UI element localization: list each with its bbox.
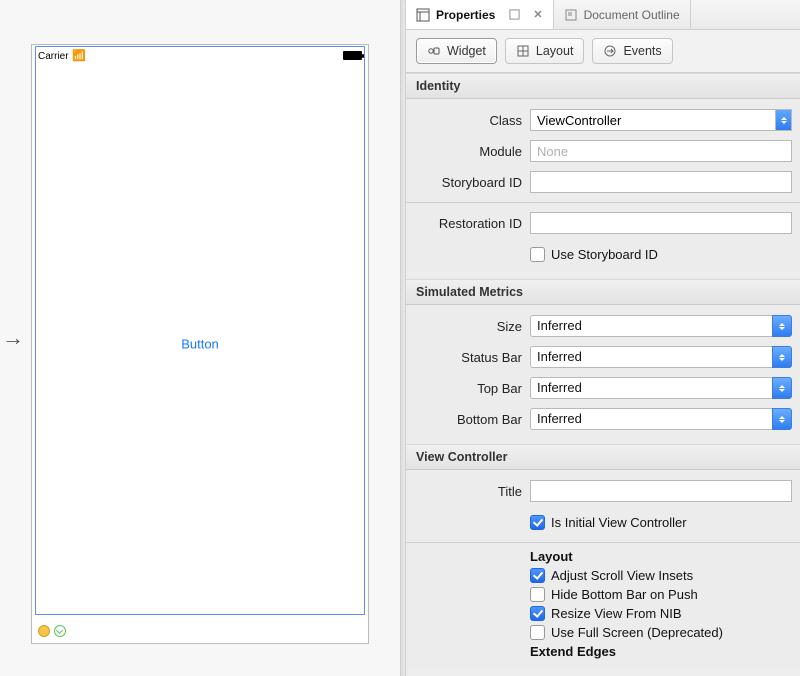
tab-widget[interactable]: Widget bbox=[416, 38, 497, 64]
module-field[interactable] bbox=[530, 140, 792, 162]
popup-arrows-icon[interactable] bbox=[772, 408, 792, 430]
extend-edges-group-title: Extend Edges bbox=[530, 644, 792, 659]
section-header-simulated-metrics[interactable]: Simulated Metrics bbox=[406, 279, 800, 305]
statusbar-value: Inferred bbox=[530, 346, 772, 368]
section-view-controller: Title Is Initial View Controller Layout bbox=[406, 470, 800, 669]
exit-dock-icon[interactable] bbox=[54, 625, 66, 637]
canvas-element-button[interactable]: Button bbox=[181, 337, 219, 352]
bottombar-value: Inferred bbox=[530, 408, 772, 430]
class-label: Class bbox=[414, 113, 522, 128]
layout-group-title: Layout bbox=[530, 549, 792, 564]
is-initial-label: Is Initial View Controller bbox=[551, 515, 687, 530]
property-subtabs: Widget Layout Events bbox=[406, 30, 800, 73]
bottombar-popup[interactable]: Inferred bbox=[530, 408, 792, 430]
scene-dock[interactable] bbox=[38, 625, 66, 637]
separator bbox=[406, 202, 800, 203]
section-header-view-controller[interactable]: View Controller bbox=[406, 444, 800, 470]
topbar-value: Inferred bbox=[530, 377, 772, 399]
section-header-identity[interactable]: Identity bbox=[406, 73, 800, 99]
resize-nib-label: Resize View From NIB bbox=[551, 606, 682, 621]
tab-label: Events bbox=[623, 44, 661, 58]
tab-label: Widget bbox=[447, 44, 486, 58]
tab-events[interactable]: Events bbox=[592, 38, 672, 64]
viewcontroller-dock-icon[interactable] bbox=[38, 625, 50, 637]
pad-tab-label: Properties bbox=[436, 8, 495, 22]
use-storyboard-id-label: Use Storyboard ID bbox=[551, 247, 658, 262]
tab-label: Layout bbox=[536, 44, 574, 58]
widget-tab-icon bbox=[427, 44, 441, 58]
device-frame[interactable]: Carrier 📶 Button bbox=[31, 44, 369, 644]
section-identity: Class Module Storyboard ID bbox=[406, 99, 800, 279]
resize-nib-checkbox[interactable]: Resize View From NIB bbox=[530, 606, 792, 621]
pad-tab-properties[interactable]: Properties ✕ bbox=[406, 0, 554, 29]
title-label: Title bbox=[414, 484, 522, 499]
statusbar-label: Status Bar bbox=[414, 350, 522, 365]
restoration-id-field[interactable] bbox=[530, 212, 792, 234]
adjust-insets-checkbox[interactable]: Adjust Scroll View Insets bbox=[530, 568, 792, 583]
size-label: Size bbox=[414, 319, 522, 334]
topbar-popup[interactable]: Inferred bbox=[530, 377, 792, 399]
pad-tab-document-outline[interactable]: Document Outline bbox=[554, 0, 691, 29]
popup-arrows-icon[interactable] bbox=[772, 315, 792, 337]
section-simulated-metrics: Size Inferred Status Bar Inferred bbox=[406, 305, 800, 444]
hide-bottom-label: Hide Bottom Bar on Push bbox=[551, 587, 698, 602]
statusbar-popup[interactable]: Inferred bbox=[530, 346, 792, 368]
bottombar-label: Bottom Bar bbox=[414, 412, 522, 427]
title-field[interactable] bbox=[530, 480, 792, 502]
separator bbox=[406, 542, 800, 543]
full-screen-checkbox[interactable]: Use Full Screen (Deprecated) bbox=[530, 625, 792, 640]
class-dropdown-button[interactable] bbox=[775, 109, 792, 131]
size-popup[interactable]: Inferred bbox=[530, 315, 792, 337]
pad-close-icon[interactable]: ✕ bbox=[533, 8, 542, 21]
properties-pad-icon bbox=[416, 8, 430, 22]
restoration-id-label: Restoration ID bbox=[414, 216, 522, 231]
topbar-label: Top Bar bbox=[414, 381, 522, 396]
full-screen-label: Use Full Screen (Deprecated) bbox=[551, 625, 723, 640]
segue-arrow-icon: → bbox=[2, 325, 24, 351]
outline-pad-icon bbox=[564, 8, 578, 22]
storyboard-id-label: Storyboard ID bbox=[414, 175, 522, 190]
hide-bottom-checkbox[interactable]: Hide Bottom Bar on Push bbox=[530, 587, 792, 602]
properties-pad: Properties ✕ Document Outline Widget bbox=[406, 0, 800, 676]
storyboard-id-field[interactable] bbox=[530, 171, 792, 193]
class-field[interactable] bbox=[530, 109, 775, 131]
pad-tab-label: Document Outline bbox=[584, 8, 680, 22]
pad-tabs: Properties ✕ Document Outline bbox=[406, 0, 800, 30]
events-tab-icon bbox=[603, 44, 617, 58]
popup-arrows-icon[interactable] bbox=[772, 346, 792, 368]
scene-selection-outline bbox=[35, 46, 365, 615]
design-canvas[interactable]: → Carrier 📶 Button bbox=[0, 0, 400, 676]
layout-tab-icon bbox=[516, 44, 530, 58]
popup-arrows-icon[interactable] bbox=[772, 377, 792, 399]
adjust-insets-label: Adjust Scroll View Insets bbox=[551, 568, 693, 583]
size-value: Inferred bbox=[530, 315, 772, 337]
use-storyboard-id-checkbox[interactable]: Use Storyboard ID bbox=[530, 247, 792, 262]
pad-autohide-icon[interactable] bbox=[507, 8, 521, 22]
is-initial-checkbox[interactable]: Is Initial View Controller bbox=[530, 515, 792, 530]
module-label: Module bbox=[414, 144, 522, 159]
tab-layout[interactable]: Layout bbox=[505, 38, 585, 64]
